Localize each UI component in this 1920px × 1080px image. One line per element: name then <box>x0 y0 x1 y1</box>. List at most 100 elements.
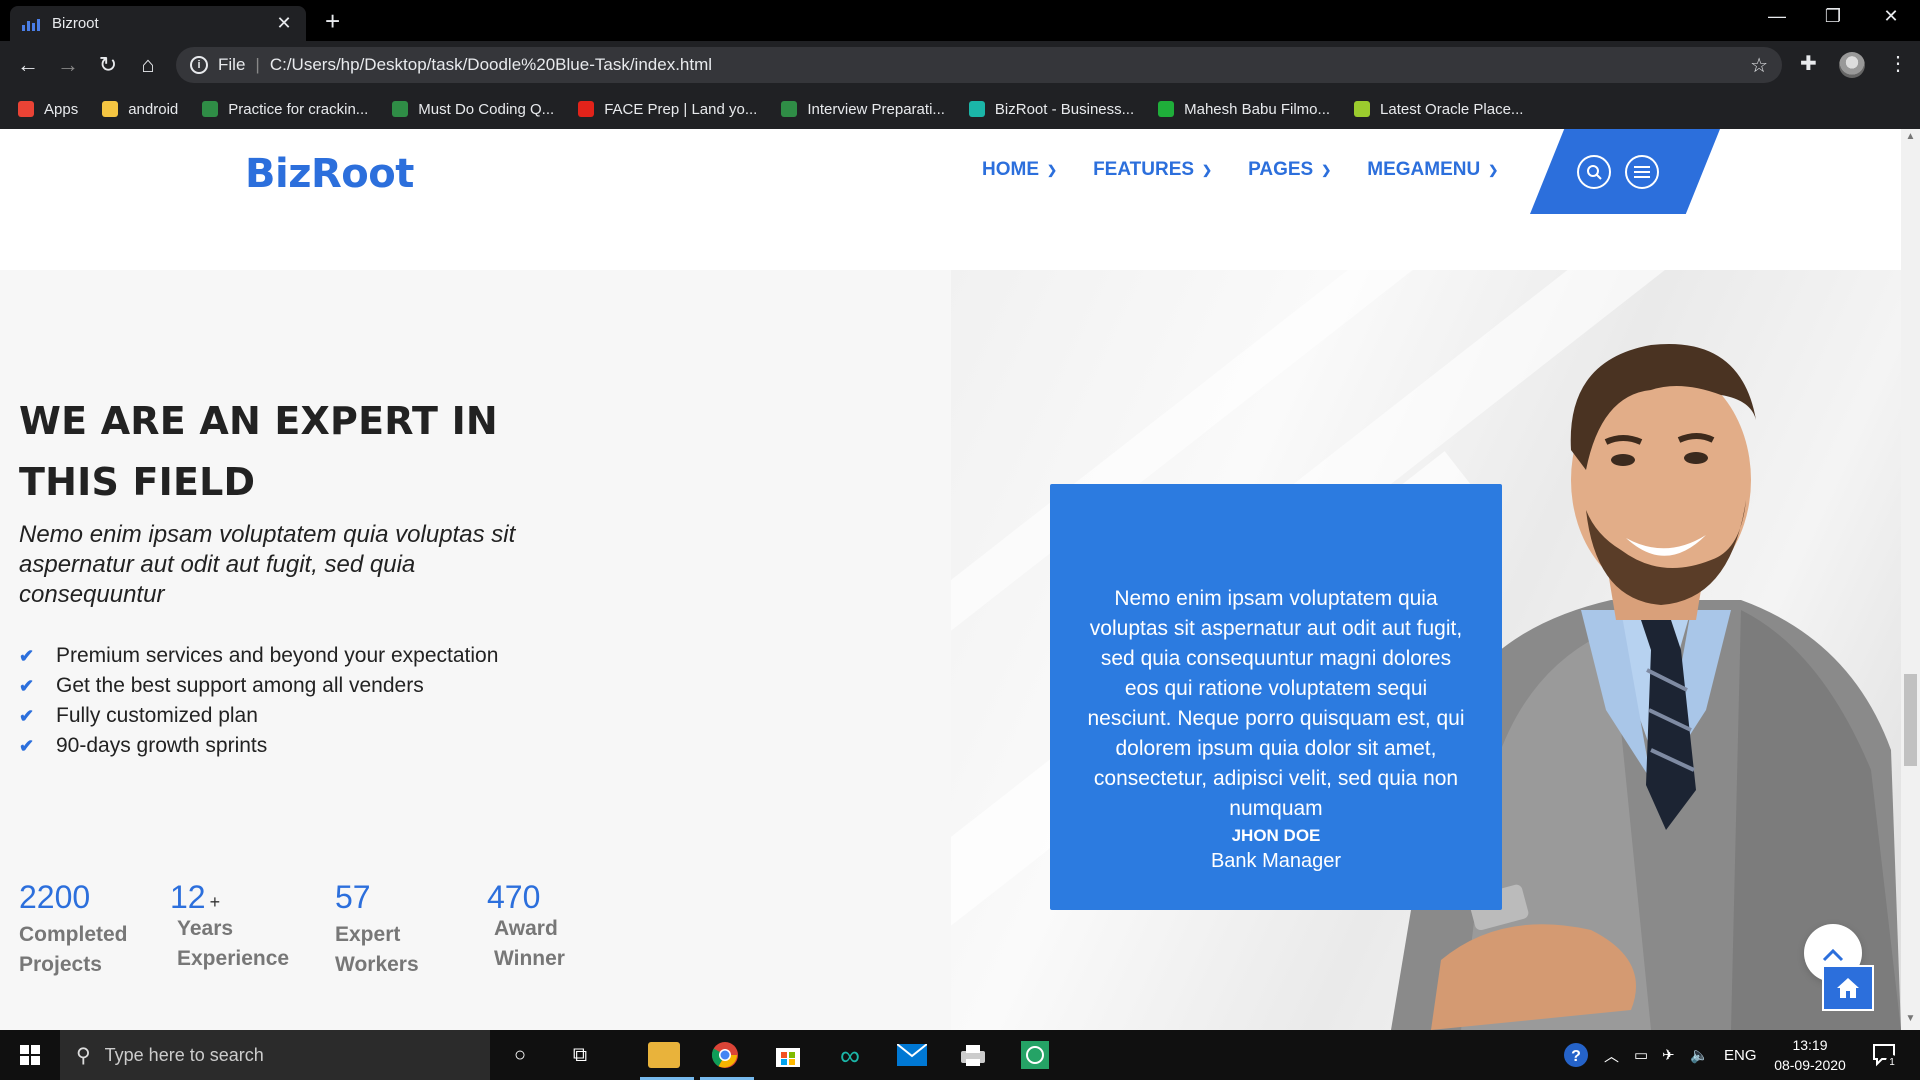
folder-icon <box>102 101 119 117</box>
site-info-icon[interactable]: i <box>190 56 208 74</box>
stat-label: Workers <box>335 953 419 976</box>
system-clock[interactable]: 13:19 08-09-2020 <box>1765 1035 1855 1075</box>
stat-value: 57 <box>335 879 371 915</box>
list-item: ✔ 90-days growth sprints <box>19 731 498 761</box>
bookmark-label: Mahesh Babu Filmo... <box>1184 100 1331 118</box>
url-separator: | <box>255 55 260 74</box>
taskbar-search-input[interactable]: ⚲ Type here to search <box>60 1030 490 1080</box>
bizroot-favicon-icon <box>22 17 40 31</box>
home-shortcut-button[interactable] <box>1822 965 1874 1011</box>
testimonial-name: JHON DOE <box>1231 826 1321 845</box>
stat-years-experience: 12 + Years Experience <box>170 879 289 974</box>
clock-time: 13:19 <box>1792 1037 1828 1053</box>
nav-item-megamenu[interactable]: MEGAMENU ❯ <box>1367 159 1498 181</box>
browser-tab[interactable]: Bizroot ✕ <box>10 6 306 41</box>
tab-title: Bizroot <box>52 15 99 32</box>
section-spacer <box>0 214 1901 270</box>
faceprep-icon <box>578 101 595 117</box>
testimonial-role: Bank Manager <box>1210 850 1342 872</box>
bookmark-label: BizRoot - Business... <box>994 100 1135 118</box>
bizroot-icon <box>968 101 985 117</box>
close-window-icon[interactable]: ✕ <box>1866 6 1916 27</box>
bookmark-label: Apps <box>44 100 79 118</box>
address-bar[interactable]: i File | C:/Users/hp/Desktop/task/Doodle… <box>176 47 1782 83</box>
new-tab-button[interactable]: + <box>325 8 340 34</box>
check-icon: ✔ <box>19 676 35 696</box>
main-nav: HOME ❯ FEATURES ❯ PAGES ❯ MEGAMENU ❯ <box>982 159 1498 181</box>
windows-taskbar: ⚲ Type here to search ○ ⧉ ∞ ? ︿ ▭ ✈ 🔈 EN… <box>0 1030 1920 1080</box>
bookmark-item[interactable]: Practice for crackin... <box>202 101 368 118</box>
chevron-down-icon: ❯ <box>1202 163 1213 177</box>
windows-start-icon[interactable] <box>0 1030 60 1080</box>
extensions-icon[interactable]: ✚ <box>1800 51 1817 76</box>
bookmarks-bar: Apps android Practice for crackin... Must D… <box>0 89 1920 129</box>
chevron-up-icon <box>1822 948 1844 962</box>
bookmark-item[interactable]: Mahesh Babu Filmo... <box>1158 101 1330 118</box>
nav-item-features[interactable]: FEATURES ❯ <box>1093 159 1212 181</box>
battery-icon[interactable]: ▭ <box>1634 1030 1648 1080</box>
stat-label: Expert <box>335 923 401 946</box>
scroll-up-arrow-icon[interactable]: ▲ <box>1901 131 1920 142</box>
microsoft-store-icon[interactable] <box>773 1040 803 1070</box>
bookmark-item[interactable]: android <box>102 101 178 118</box>
feature-text: Get the best support among all venders <box>56 674 424 697</box>
bookmark-item[interactable]: Latest Oracle Place... <box>1354 101 1523 118</box>
whatsapp-icon[interactable] <box>1020 1040 1050 1070</box>
back-icon[interactable]: ← <box>14 51 42 79</box>
action-center-icon[interactable]: 1 <box>1872 1030 1898 1080</box>
restore-window-icon[interactable]: ❐ <box>1808 6 1858 27</box>
file-explorer-icon[interactable] <box>648 1042 680 1068</box>
chevron-down-icon: ❯ <box>1047 163 1058 177</box>
stat-label: Experience <box>177 947 290 970</box>
bookmark-item[interactable]: Must Do Coding Q... <box>392 101 554 118</box>
svg-text:?: ? <box>1571 1048 1581 1065</box>
help-icon[interactable]: ? <box>1563 1030 1589 1080</box>
search-icon[interactable] <box>1577 155 1611 189</box>
feature-text: Fully customized plan <box>56 704 258 727</box>
browser-toolbar: ← → ↻ ⌂ i File | C:/Users/hp/Desktop/tas… <box>0 41 1920 89</box>
cortana-icon[interactable]: ○ <box>505 1040 535 1070</box>
site-logo[interactable]: BizRoot <box>245 151 414 197</box>
feature-text: 90-days growth sprints <box>56 734 268 757</box>
bookmark-item[interactable]: FACE Prep | Land yo... <box>578 101 757 118</box>
apps-grid-icon <box>18 101 34 117</box>
mail-icon[interactable] <box>897 1040 927 1070</box>
printer-app-icon[interactable] <box>958 1040 988 1070</box>
forward-icon[interactable]: → <box>54 51 82 79</box>
list-item: ✔ Premium services and beyond your expect… <box>19 641 498 671</box>
input-language[interactable]: ENG <box>1724 1030 1757 1080</box>
menu-kebab-icon[interactable]: ⋮ <box>1888 51 1908 76</box>
feature-text: Premium services and beyond your expecta… <box>56 644 499 667</box>
nav-item-pages[interactable]: PAGES ❯ <box>1248 159 1331 181</box>
airplane-mode-icon[interactable]: ✈ <box>1662 1030 1675 1080</box>
minimize-window-icon[interactable]: — <box>1752 6 1802 27</box>
bookmark-label: Practice for crackin... <box>228 100 369 118</box>
reload-icon[interactable]: ↻ <box>94 51 122 79</box>
section-heading: WE ARE AN EXPERT IN THIS FIELD <box>19 399 498 504</box>
bookmark-item[interactable]: Interview Preparati... <box>781 101 945 118</box>
tab-close-icon[interactable]: ✕ <box>274 13 294 34</box>
profile-avatar[interactable] <box>1839 52 1865 78</box>
page-scrollbar[interactable]: ▲ ▼ <box>1901 129 1920 1030</box>
scrollbar-thumb[interactable] <box>1904 674 1917 766</box>
tray-overflow-chevron-icon[interactable]: ︿ <box>1604 1030 1619 1080</box>
check-icon: ✔ <box>19 646 35 666</box>
task-view-icon[interactable]: ⧉ <box>565 1040 595 1070</box>
chevron-down-icon: ❯ <box>1321 163 1332 177</box>
scroll-down-arrow-icon[interactable]: ▼ <box>1901 1013 1920 1024</box>
arduino-icon[interactable]: ∞ <box>835 1040 865 1071</box>
stat-completed-projects: 2200 Completed Projects <box>19 879 128 980</box>
nav-item-home[interactable]: HOME ❯ <box>982 159 1057 181</box>
url-path: C:/Users/hp/Desktop/task/Doodle%20Blue-T… <box>269 55 713 74</box>
gfg-icon <box>392 101 409 117</box>
stat-label: Winner <box>494 947 565 970</box>
hamburger-menu-icon[interactable] <box>1625 155 1659 189</box>
browser-tab-bar: Bizroot ✕ + — ❐ ✕ <box>0 0 1920 41</box>
bookmark-item[interactable]: BizRoot - Business... <box>968 100 1135 118</box>
search-icon: ⚲ <box>76 1044 91 1067</box>
bookmark-item[interactable]: Apps <box>18 101 78 118</box>
home-icon[interactable]: ⌂ <box>134 51 162 79</box>
chrome-icon[interactable] <box>710 1040 740 1070</box>
volume-icon[interactable]: 🔈 <box>1690 1030 1709 1080</box>
bookmark-star-icon[interactable]: ☆ <box>1750 53 1768 78</box>
